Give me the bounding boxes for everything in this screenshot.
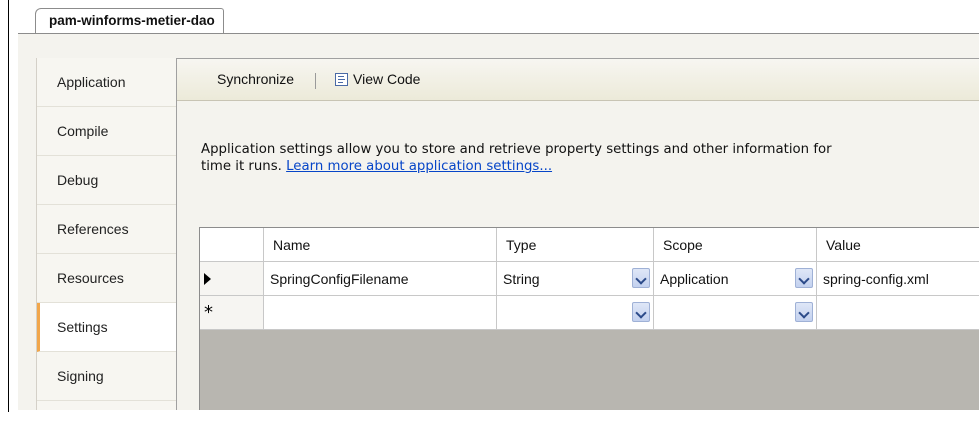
new-scope-dropdown-icon[interactable] [795,302,813,322]
description-line-1: Application settings allow you to store … [201,142,832,157]
settings-toolbar: Synchronize View Code [177,59,979,101]
new-cell-value[interactable] [817,296,979,330]
column-header-value[interactable]: Value [817,228,979,262]
side-tab-settings[interactable]: Settings [37,303,176,352]
window-left-border [8,0,9,412]
side-tab-debug[interactable]: Debug [37,156,176,205]
synchronize-button[interactable]: Synchronize [217,71,294,87]
column-header-scope[interactable]: Scope [654,228,817,262]
cell-value[interactable]: spring-config.xml [817,262,979,296]
settings-grid: Name Type Scope Value SpringConfigFilena… [199,227,979,410]
toolbar-separator [315,73,316,89]
current-row-arrow-icon [204,273,211,285]
learn-more-link[interactable]: Learn more about application settings... [286,159,552,174]
view-code-button[interactable]: View Code [353,71,420,87]
new-cell-type[interactable] [497,296,654,330]
new-cell-name[interactable] [264,296,497,330]
row-header-current[interactable] [200,262,264,296]
grid-corner-header [200,228,264,262]
project-properties-tabs: Application Compile Debug References Res… [36,58,177,410]
side-tab-application[interactable]: Application [37,58,176,107]
column-header-type[interactable]: Type [497,228,654,262]
settings-description: Application settings allow you to store … [201,141,979,175]
cell-scope-value: Application [660,271,729,287]
cell-scope[interactable]: Application [654,262,817,296]
description-prefix: time it runs. [201,159,287,174]
scope-dropdown-icon[interactable] [795,268,813,288]
column-header-name[interactable]: Name [264,228,497,262]
side-tab-compile[interactable]: Compile [37,107,176,156]
new-type-dropdown-icon[interactable] [632,302,650,322]
new-cell-scope[interactable] [654,296,817,330]
row-header-new[interactable]: * [200,296,264,330]
description-line-2: time it runs. Learn more about applicati… [201,158,979,175]
cell-type[interactable]: String [497,262,654,296]
side-tab-resources[interactable]: Resources [37,254,176,303]
side-tab-signing[interactable]: Signing [37,352,176,401]
side-tab-references[interactable]: References [37,205,176,254]
type-dropdown-icon[interactable] [632,268,650,288]
new-row-star-icon: * [204,302,213,323]
view-code-icon[interactable] [335,73,348,86]
document-tab[interactable]: pam-winforms-metier-dao [35,8,224,34]
cell-type-value: String [503,271,540,287]
cell-name[interactable]: SpringConfigFilename [264,262,497,296]
